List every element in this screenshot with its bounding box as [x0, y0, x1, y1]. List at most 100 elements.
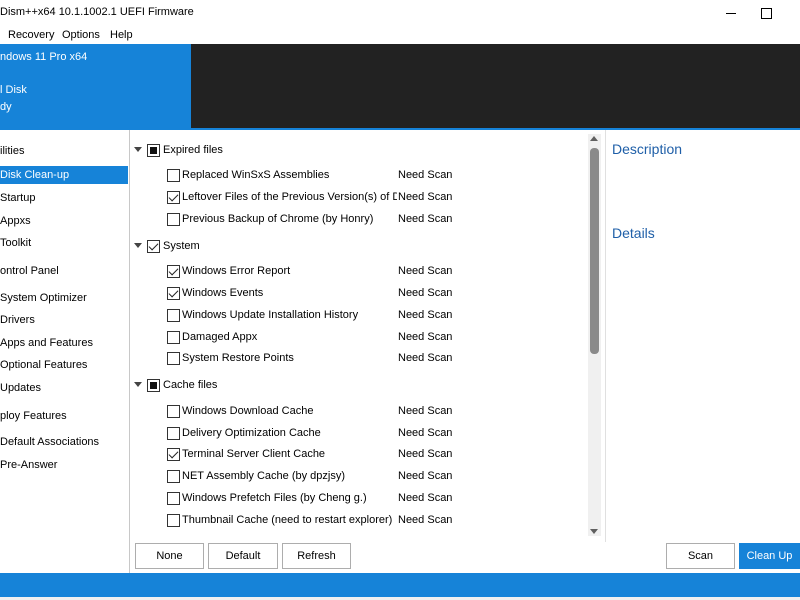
menu-help[interactable]: Help [110, 29, 133, 41]
item-label: Terminal Server Client Cache [182, 448, 326, 460]
item-status: Need Scan [398, 514, 453, 526]
list-item[interactable]: Windows Error Report Need Scan [167, 264, 487, 282]
sidebar-item-apps-and-features[interactable]: Apps and Features [0, 334, 128, 352]
item-checkbox[interactable] [167, 427, 180, 440]
list-item[interactable]: Windows Update Installation History Need… [167, 308, 487, 326]
group-row-system[interactable]: System [134, 239, 334, 257]
list-item[interactable]: Damaged Appx Need Scan [167, 330, 487, 348]
sidebar-item-startup[interactable]: Startup [0, 189, 128, 207]
group-checkbox-system[interactable] [147, 240, 160, 253]
sidebar-item-optional-features[interactable]: Optional Features [0, 356, 128, 374]
group-label: Expired files [163, 144, 223, 156]
item-label: Windows Update Installation History [182, 309, 359, 321]
group-label: System [163, 240, 200, 252]
item-status: Need Scan [398, 331, 453, 343]
item-status: Need Scan [398, 448, 453, 460]
scroll-thumb[interactable] [590, 148, 599, 354]
list-item[interactable]: Windows Prefetch Files (by Cheng g.) Nee… [167, 491, 487, 509]
item-checkbox[interactable] [167, 309, 180, 322]
group-checkbox-expired-files[interactable] [147, 144, 160, 157]
list-item[interactable]: System Restore Points Need Scan [167, 351, 487, 369]
item-label: Delivery Optimization Cache [182, 427, 321, 439]
refresh-button[interactable]: Refresh [282, 543, 351, 569]
sidebar-item-label: Startup [0, 192, 36, 204]
details-heading: Details [612, 225, 655, 241]
expand-arrow-icon[interactable] [134, 243, 142, 248]
list-item[interactable]: Replaced WinSxS Assemblies Need Scan [167, 168, 487, 186]
item-checkbox[interactable] [167, 287, 180, 300]
list-item[interactable]: Thumbnail Cache (need to restart explore… [167, 513, 487, 531]
list-item[interactable]: Terminal Server Client Cache Need Scan [167, 447, 487, 465]
status-bar [0, 573, 800, 600]
item-label: Leftover Files of the Previous Version(s… [182, 191, 397, 203]
scroll-up-arrow-icon[interactable] [590, 136, 598, 141]
item-status: Need Scan [398, 470, 453, 482]
clean-up-button[interactable]: Clean Up [739, 543, 800, 569]
item-status: Need Scan [398, 405, 453, 417]
group-row-cache-files[interactable]: Cache files [134, 378, 334, 396]
item-label: Windows Download Cache [182, 405, 314, 417]
item-checkbox[interactable] [167, 213, 180, 226]
menu-bar: Recovery Options Help [0, 26, 800, 44]
item-label: Thumbnail Cache (need to restart explore… [182, 514, 393, 526]
list-item[interactable]: Leftover Files of the Previous Version(s… [167, 190, 487, 208]
group-row-expired-files[interactable]: Expired files [134, 143, 334, 161]
sidebar-item-label: Appxs [0, 215, 31, 227]
header-banner [191, 44, 800, 130]
item-label: Damaged Appx [182, 331, 258, 343]
item-status: Need Scan [398, 169, 453, 181]
sidebar-item-label: Disk Clean-up [0, 169, 70, 181]
group-checkbox-cache-files[interactable] [147, 379, 160, 392]
menu-recovery[interactable]: Recovery [8, 29, 54, 41]
item-status: Need Scan [398, 287, 453, 299]
sidebar-item-toolkit[interactable]: Toolkit [0, 234, 128, 252]
item-status: Need Scan [398, 309, 453, 321]
sidebar-item-label: System Optimizer [0, 292, 87, 304]
item-checkbox[interactable] [167, 169, 180, 182]
default-button[interactable]: Default [208, 543, 278, 569]
cleanup-list: Expired files Replaced WinSxS Assemblies… [131, 130, 605, 542]
item-checkbox[interactable] [167, 331, 180, 344]
item-checkbox[interactable] [167, 492, 180, 505]
list-item[interactable]: Windows Download Cache Need Scan [167, 404, 487, 422]
info-panel: Description Details [605, 130, 800, 542]
menu-options[interactable]: Options [62, 29, 100, 41]
list-item[interactable]: NET Assembly Cache (by dpzjsy) Need Scan [167, 469, 487, 487]
item-label: Windows Error Report [182, 265, 291, 277]
sidebar-section-control-panel[interactable]: ontrol Panel [0, 262, 128, 280]
scroll-down-arrow-icon[interactable] [590, 529, 598, 534]
item-checkbox[interactable] [167, 514, 180, 527]
expand-arrow-icon[interactable] [134, 147, 142, 152]
item-checkbox[interactable] [167, 352, 180, 365]
item-checkbox[interactable] [167, 191, 180, 204]
sidebar-item-pre-answer[interactable]: Pre-Answer [0, 456, 128, 474]
sidebar-item-label: Optional Features [0, 359, 88, 371]
vertical-scrollbar[interactable] [588, 134, 601, 536]
window-title: Dism++x64 10.1.1002.1 UEFI Firmware [0, 6, 194, 18]
item-checkbox[interactable] [167, 448, 180, 461]
sidebar-item-disk-cleanup[interactable]: Disk Clean-up [0, 166, 128, 184]
list-item[interactable]: Delivery Optimization Cache Need Scan [167, 426, 487, 444]
item-status: Need Scan [398, 492, 453, 504]
sidebar-item-appxs[interactable]: Appxs [0, 212, 128, 230]
item-label: System Restore Points [182, 352, 294, 364]
sidebar-item-system-optimizer[interactable]: System Optimizer [0, 289, 128, 307]
session-selector[interactable]: ndows 11 Pro x64 l Disk dy [0, 44, 191, 130]
scan-button[interactable]: Scan [666, 543, 735, 569]
sidebar-item-label: ilities [0, 145, 25, 157]
sidebar-item-updates[interactable]: Updates [0, 379, 128, 397]
item-checkbox[interactable] [167, 265, 180, 278]
item-checkbox[interactable] [167, 470, 180, 483]
item-label: NET Assembly Cache (by dpzjsy) [182, 470, 346, 482]
sidebar-item-default-associations[interactable]: Default Associations [0, 433, 128, 451]
sidebar-item-label: ontrol Panel [0, 265, 59, 277]
maximize-button[interactable] [744, 0, 790, 26]
list-item[interactable]: Windows Events Need Scan [167, 286, 487, 304]
list-item[interactable]: Previous Backup of Chrome (by Honry) Nee… [167, 212, 487, 230]
expand-arrow-icon[interactable] [134, 382, 142, 387]
item-checkbox[interactable] [167, 405, 180, 418]
sidebar-section-utilities[interactable]: ilities [0, 142, 128, 160]
sidebar-section-deploy-features[interactable]: ploy Features [0, 407, 128, 425]
sidebar-item-drivers[interactable]: Drivers [0, 311, 128, 329]
none-button[interactable]: None [135, 543, 204, 569]
